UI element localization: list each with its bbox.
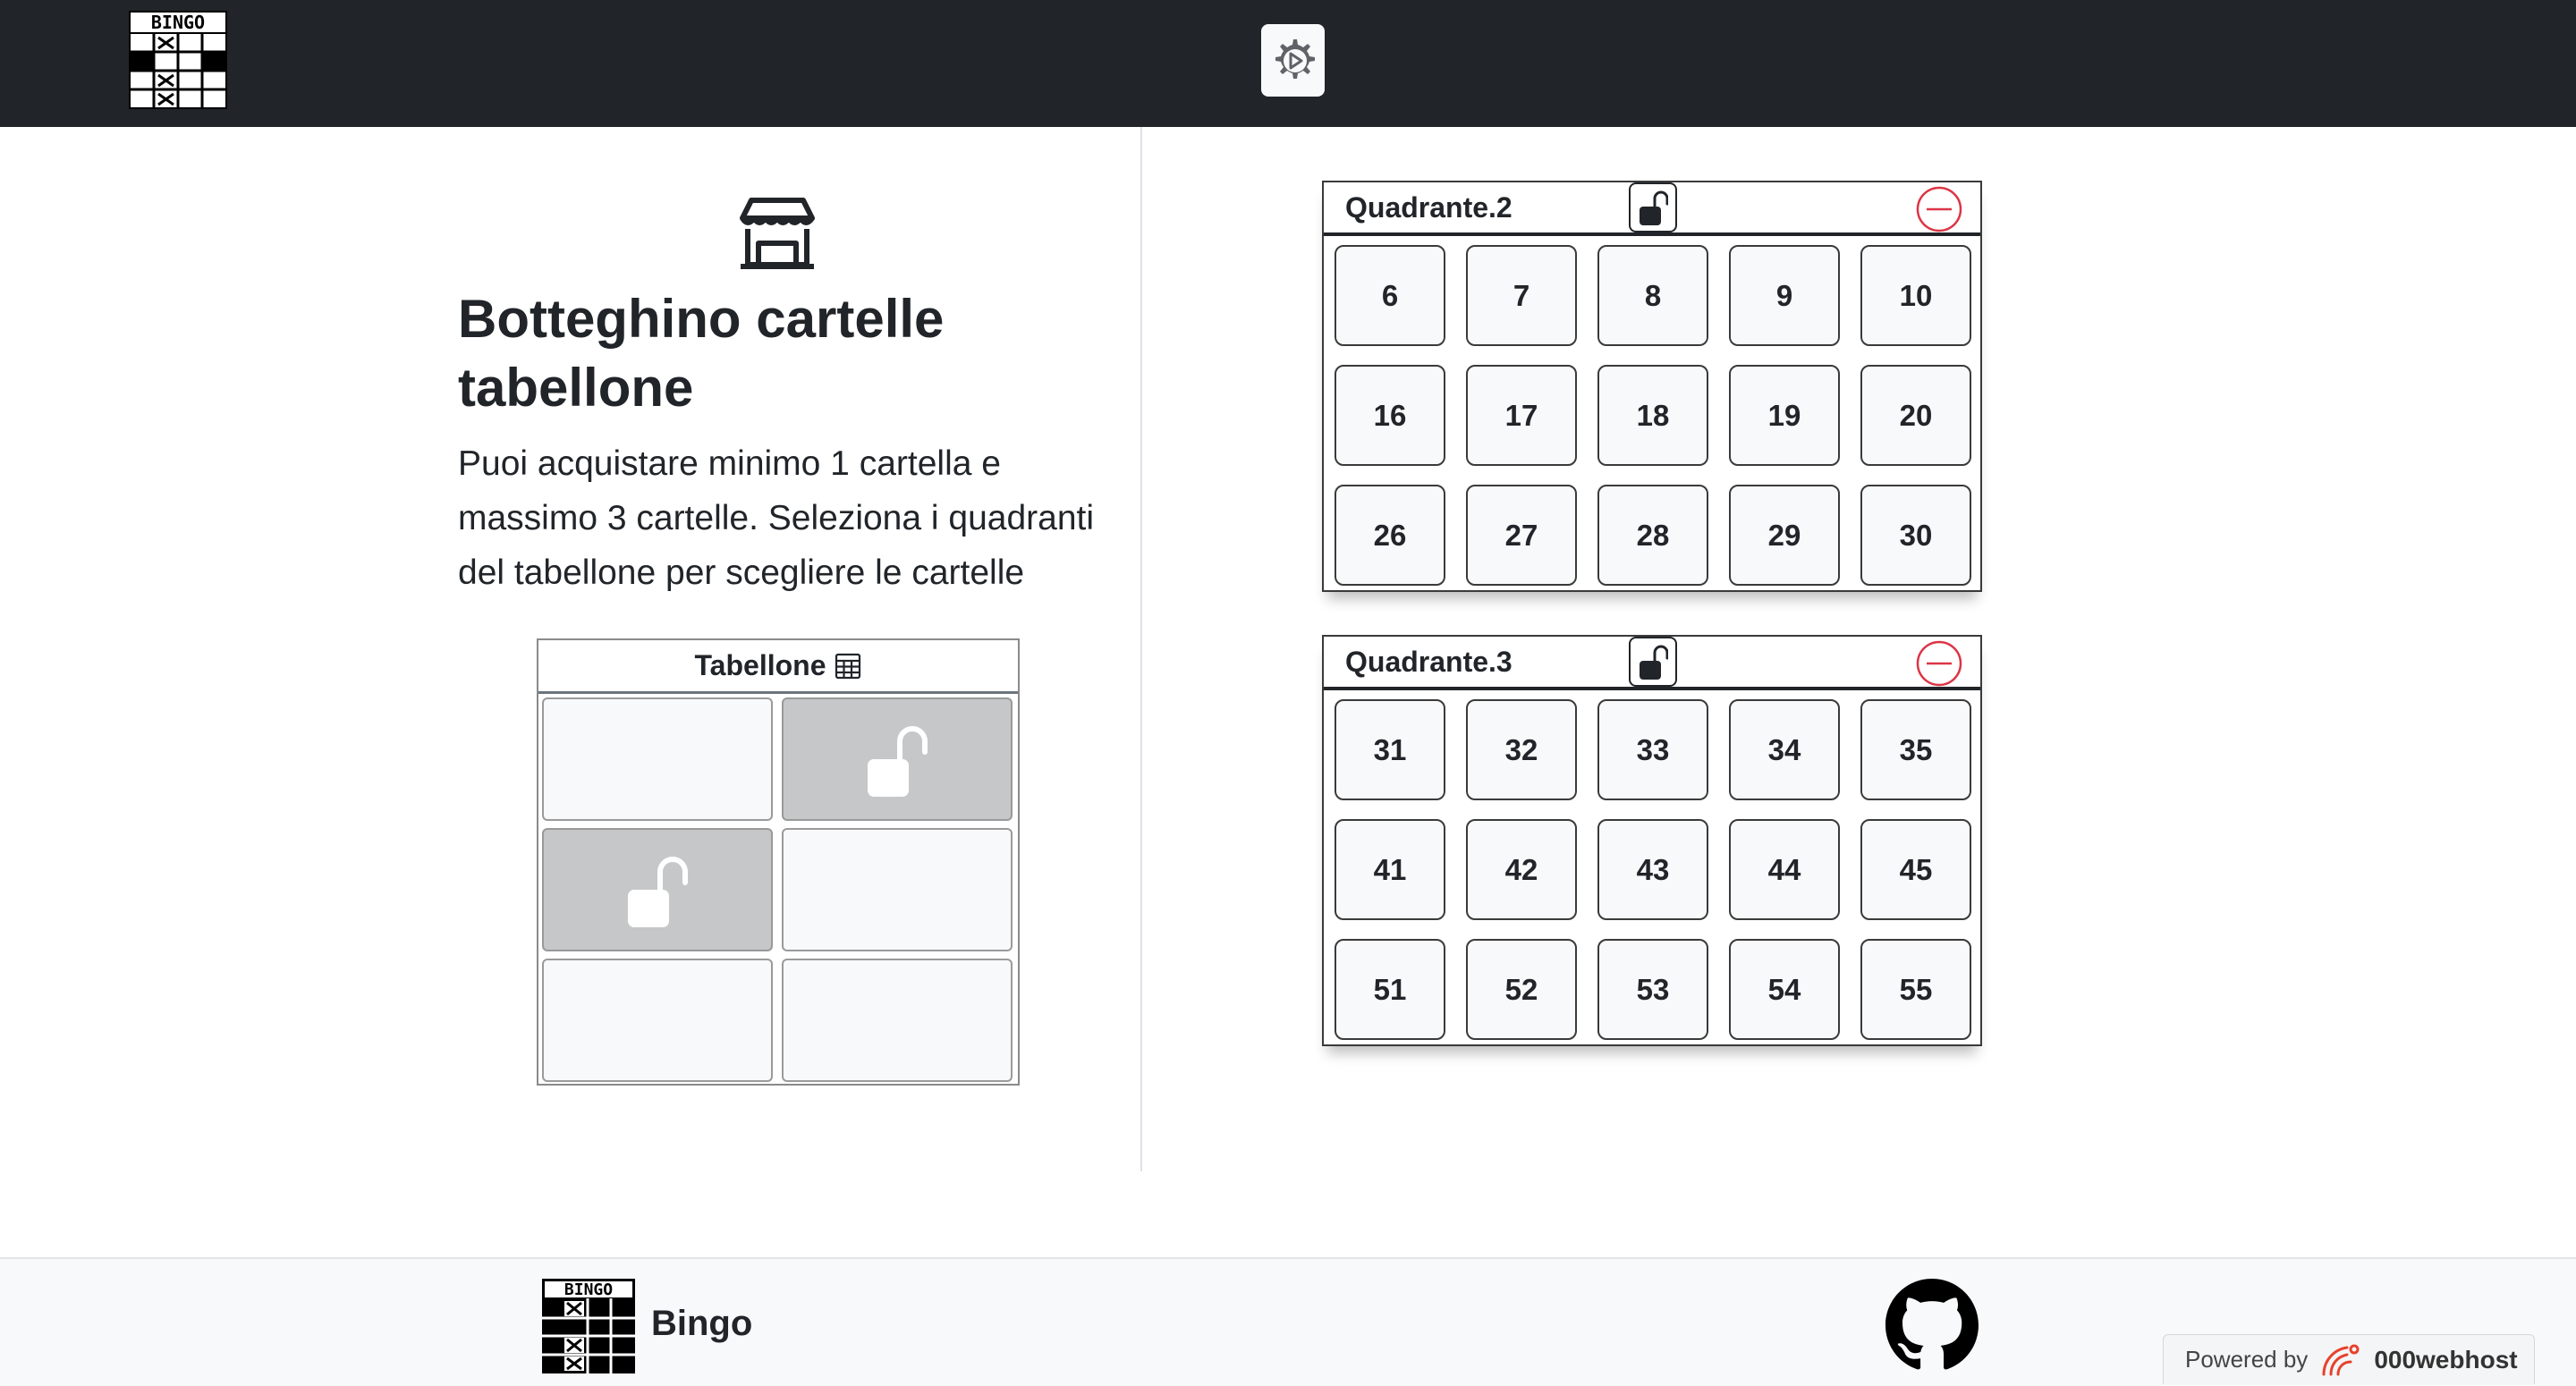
quadrant-card: Quadrante.2 6 7 8 9 10 16 17 18 19 20 26…: [1322, 181, 1982, 592]
quadrant-header: Quadrante.3: [1324, 637, 1980, 690]
svg-text:BINGO: BINGO: [564, 1280, 613, 1299]
column-divider: [1140, 127, 1142, 1171]
quadrant-card: Quadrante.3 31 32 33 34 35 41 42 43 44 4…: [1322, 635, 1982, 1046]
shop-icon: [740, 198, 815, 269]
quadrant-title: Quadrante.2: [1345, 191, 1513, 224]
quadrant-title: Quadrante.3: [1345, 646, 1513, 678]
number-cell[interactable]: 31: [1335, 699, 1445, 800]
github-icon[interactable]: [1885, 1279, 1979, 1372]
number-cell[interactable]: 51: [1335, 939, 1445, 1040]
remove-quadrant-icon[interactable]: [1914, 184, 1964, 234]
number-cell[interactable]: 43: [1597, 819, 1708, 920]
number-cell[interactable]: 33: [1597, 699, 1708, 800]
number-cell[interactable]: 16: [1335, 365, 1445, 466]
page-description: Puoi acquistare minimo 1 cartella e mass…: [458, 444, 1095, 592]
svg-text:BINGO: BINGO: [151, 12, 205, 33]
number-cell[interactable]: 27: [1466, 485, 1577, 586]
navbar: BINGO: [0, 0, 2576, 127]
gear-play-icon: [1275, 38, 1315, 79]
powered-brand: 000webhost: [2374, 1345, 2518, 1373]
remove-quadrant-icon[interactable]: [1914, 638, 1964, 689]
number-cell[interactable]: 34: [1729, 699, 1840, 800]
board-quadrant-2[interactable]: [782, 697, 1013, 821]
number-cell[interactable]: 35: [1860, 699, 1971, 800]
powered-by-badge[interactable]: Powered by 000webhost: [2163, 1334, 2535, 1384]
number-cell[interactable]: 9: [1729, 245, 1840, 346]
board-grid: [542, 697, 1016, 1084]
board-quadrant-5[interactable]: [542, 959, 773, 1082]
number-cell[interactable]: 41: [1335, 819, 1445, 920]
number-cell[interactable]: 7: [1466, 245, 1577, 346]
quadrant-lock-button[interactable]: [1629, 182, 1677, 232]
powered-label: Powered by: [2185, 1346, 2309, 1373]
number-cell[interactable]: 54: [1729, 939, 1840, 1040]
number-cell[interactable]: 17: [1466, 365, 1577, 466]
number-cell[interactable]: 52: [1466, 939, 1577, 1040]
webhost-logo-icon: [2322, 1344, 2360, 1375]
table-icon: [835, 653, 861, 679]
unlock-icon: [628, 857, 688, 927]
quadrant-header: Quadrante.2: [1324, 182, 1980, 236]
number-cell[interactable]: 18: [1597, 365, 1708, 466]
page-title: Botteghino cartelle tabellone: [458, 289, 945, 418]
number-cell[interactable]: 32: [1466, 699, 1577, 800]
unlock-icon: [1640, 645, 1668, 680]
bingo-logo-icon: BINGO: [129, 11, 227, 109]
footer-brand[interactable]: Bingo: [651, 1304, 752, 1344]
number-cell[interactable]: 29: [1729, 485, 1840, 586]
board-header: Tabellone: [538, 640, 1018, 694]
number-cell[interactable]: 53: [1597, 939, 1708, 1040]
number-cell[interactable]: 42: [1466, 819, 1577, 920]
number-cell[interactable]: 44: [1729, 819, 1840, 920]
number-cell[interactable]: 30: [1860, 485, 1971, 586]
bingo-logo-icon[interactable]: BINGO: [542, 1279, 635, 1373]
quadrant-numbers: 6 7 8 9 10 16 17 18 19 20 26 27 28 29 30: [1335, 245, 1971, 586]
number-cell[interactable]: 55: [1860, 939, 1971, 1040]
unlock-icon: [1640, 190, 1668, 225]
tabellone-board: Tabellone: [537, 638, 1020, 1086]
bingo-logo-link[interactable]: BINGO: [129, 11, 227, 109]
number-cell[interactable]: 19: [1729, 365, 1840, 466]
board-quadrant-6[interactable]: [782, 959, 1013, 1082]
quadrant-lock-button[interactable]: [1629, 637, 1677, 687]
number-cell[interactable]: 10: [1860, 245, 1971, 346]
number-cell[interactable]: 8: [1597, 245, 1708, 346]
number-cell[interactable]: 45: [1860, 819, 1971, 920]
number-cell[interactable]: 28: [1597, 485, 1708, 586]
quadrant-numbers: 31 32 33 34 35 41 42 43 44 45 51 52 53 5…: [1335, 699, 1971, 1040]
board-quadrant-4[interactable]: [782, 828, 1013, 951]
number-cell[interactable]: 6: [1335, 245, 1445, 346]
footer: BINGO Bingo Powered by 000webhost: [0, 1257, 2576, 1386]
board-quadrant-3[interactable]: [542, 828, 773, 951]
unlock-icon: [868, 726, 928, 797]
settings-button[interactable]: [1261, 24, 1325, 97]
board-title: Tabellone: [694, 649, 826, 681]
number-cell[interactable]: 26: [1335, 485, 1445, 586]
number-cell[interactable]: 20: [1860, 365, 1971, 466]
board-quadrant-1[interactable]: [542, 697, 773, 821]
